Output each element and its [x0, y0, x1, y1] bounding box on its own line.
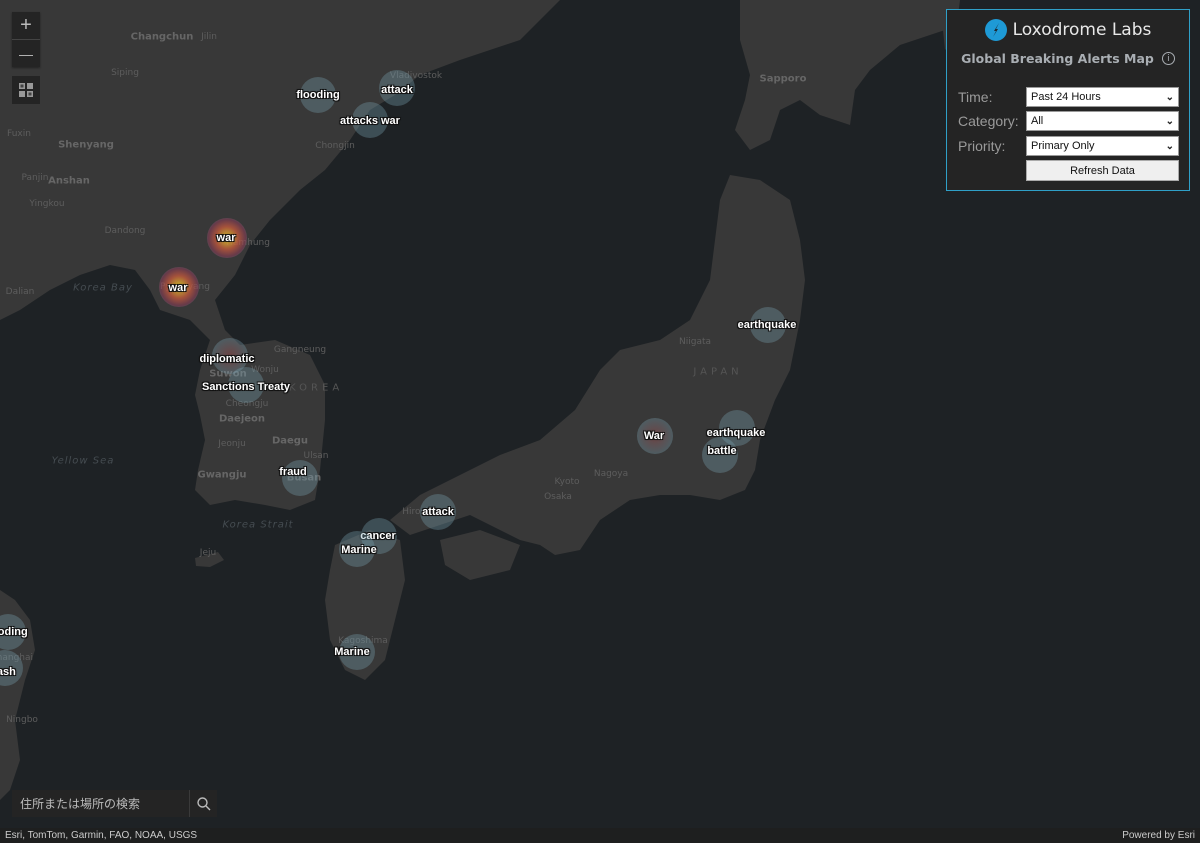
alert-label[interactable]: flash: [0, 666, 16, 678]
minus-icon: —: [19, 45, 33, 62]
place-label: Yellow Sea: [51, 455, 115, 467]
place-label: Ulsan: [303, 451, 329, 461]
place-label: Dandong: [104, 226, 146, 236]
alert-label[interactable]: earthquake: [738, 319, 797, 331]
alert-label[interactable]: Marine: [341, 544, 376, 556]
alert-label[interactable]: attacks war: [340, 115, 400, 127]
priority-filter-value: Primary Only: [1031, 140, 1095, 152]
alert-label[interactable]: attack: [381, 84, 413, 96]
basemap-gallery-button[interactable]: [12, 76, 40, 104]
alerts-control-panel: Loxodrome Labs Global Breaking Alerts Ma…: [946, 9, 1190, 191]
alert-label[interactable]: Marine: [334, 646, 369, 658]
priority-filter-select[interactable]: Primary Only ⌄: [1026, 136, 1179, 156]
search-button[interactable]: [189, 790, 217, 817]
attribution-sources[interactable]: Esri, TomTom, Garmin, FAO, NOAA, USGS: [5, 830, 197, 841]
alert-label[interactable]: war: [169, 282, 188, 294]
place-label: Siping: [111, 68, 139, 78]
alert-label[interactable]: battle: [707, 445, 736, 457]
chevron-down-icon: ⌄: [1165, 115, 1174, 127]
place-label: Gangneung: [273, 345, 327, 355]
brand-header: Loxodrome Labs: [947, 19, 1189, 41]
alert-label[interactable]: Sanctions Treaty: [202, 381, 290, 393]
compass-logo-icon: [984, 19, 1007, 41]
basemap-grid-icon: [19, 83, 33, 97]
zoom-control: + —: [12, 12, 40, 67]
alert-label[interactable]: attack: [422, 506, 454, 518]
place-label: Shenyang: [58, 139, 114, 151]
panel-title: Global Breaking Alerts Map: [961, 51, 1154, 66]
alert-label[interactable]: flooding: [0, 626, 28, 638]
category-filter-label: Category:: [958, 113, 1019, 129]
alert-label[interactable]: diplomatic: [199, 353, 254, 365]
place-label: Osaka: [544, 492, 572, 502]
alert-label[interactable]: flooding: [296, 89, 339, 101]
place-label: Fuxin: [7, 129, 31, 139]
place-label: JAPAN: [693, 366, 743, 378]
place-label: Jeonju: [218, 439, 246, 449]
alert-label[interactable]: War: [644, 430, 664, 442]
priority-filter-label: Priority:: [958, 138, 1006, 154]
place-label: Ningbo: [6, 715, 38, 725]
place-label: Korea Bay: [73, 282, 133, 294]
zoom-out-button[interactable]: —: [12, 40, 40, 67]
category-filter-value: All: [1031, 115, 1044, 127]
info-icon[interactable]: i: [1161, 52, 1175, 65]
plus-icon: +: [20, 14, 32, 36]
place-label: Kyoto: [554, 477, 580, 487]
place-label: Chongjin: [315, 141, 355, 151]
place-label: Sapporo: [759, 73, 807, 85]
panel-subtitle: Global Breaking Alerts Map i: [947, 51, 1189, 66]
place-label: Changchun: [130, 31, 194, 43]
time-filter-label: Time:: [958, 89, 993, 105]
search-widget: [12, 790, 217, 817]
alert-label[interactable]: war: [217, 232, 236, 244]
category-filter-select[interactable]: All ⌄: [1026, 111, 1179, 131]
search-icon: [196, 796, 210, 810]
place-label: Daegu: [271, 435, 309, 447]
chevron-down-icon: ⌄: [1165, 140, 1174, 152]
place-label: Yingkou: [29, 199, 65, 209]
powered-by-esri[interactable]: Powered by Esri: [1122, 830, 1195, 841]
place-label: Jeju: [199, 548, 217, 558]
chevron-down-icon: ⌄: [1165, 91, 1174, 103]
zoom-in-button[interactable]: +: [12, 12, 40, 39]
brand-name: Loxodrome Labs: [1012, 20, 1152, 40]
place-label: Jilin: [201, 32, 217, 42]
place-label: Daejeon: [218, 413, 266, 425]
place-label: Nagoya: [593, 469, 629, 479]
place-label: Gwangju: [197, 469, 247, 481]
search-input[interactable]: [12, 790, 189, 817]
place-label: Dalian: [5, 287, 35, 297]
place-label: Anshan: [48, 175, 90, 187]
attribution-bar: Esri, TomTom, Garmin, FAO, NOAA, USGS Po…: [0, 828, 1200, 843]
priority-filter-row: Priority: Primary Only ⌄: [958, 136, 1179, 156]
alert-label[interactable]: fraud: [279, 466, 307, 478]
place-label: Panjin: [21, 173, 49, 183]
time-filter-select[interactable]: Past 24 Hours ⌄: [1026, 87, 1179, 107]
place-label: Niigata: [678, 337, 712, 347]
refresh-data-button[interactable]: Refresh Data: [1026, 160, 1179, 181]
place-label: Korea Strait: [222, 519, 294, 531]
time-filter-value: Past 24 Hours: [1031, 91, 1101, 103]
category-filter-row: Category: All ⌄: [958, 111, 1179, 131]
time-filter-row: Time: Past 24 Hours ⌄: [958, 87, 1179, 107]
